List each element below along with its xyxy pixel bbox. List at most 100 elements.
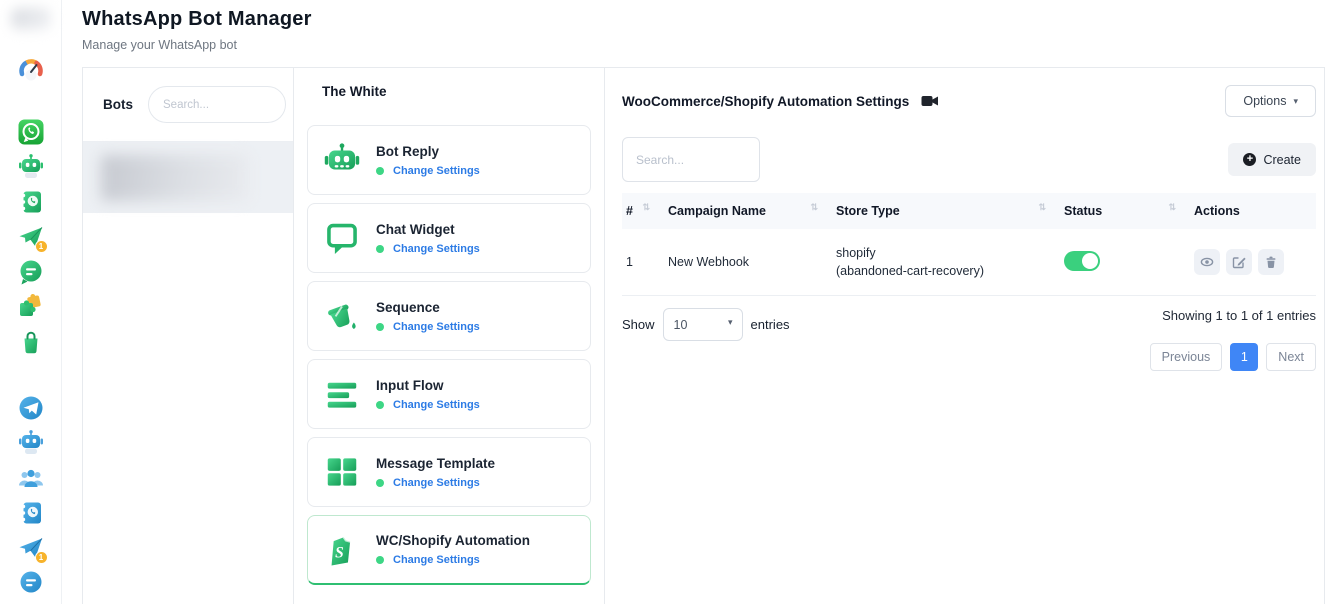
status-dot [376, 323, 384, 331]
module-title: Message Template [376, 456, 495, 471]
table-search-input[interactable] [622, 137, 760, 182]
grid-icon [323, 453, 361, 491]
chat-bubble-icon [323, 219, 361, 257]
pagination: Previous 1 Next [1150, 343, 1316, 371]
entries-label: entries [751, 317, 790, 332]
sort-icon: ⇅ [642, 202, 650, 213]
sort-icon: ⇅ [1038, 202, 1046, 213]
bot-name-redacted [101, 155, 249, 201]
plus-icon: + [1243, 153, 1256, 166]
module-card-chat-widget[interactable]: Chat Widget Change Settings [307, 203, 591, 273]
shop-icon[interactable] [17, 328, 45, 356]
notification-badge: 1 [35, 551, 48, 564]
sort-icon: ⇅ [1168, 202, 1176, 213]
actions-cell [1192, 229, 1316, 296]
bots-search-input[interactable] [148, 86, 286, 123]
status-dot [376, 167, 384, 175]
modules-column: The White Bot Re [293, 68, 604, 604]
module-card-sequence[interactable]: Sequence Change Settings [307, 281, 591, 351]
telegram-groups-icon[interactable] [17, 464, 45, 492]
status-dot [376, 401, 384, 409]
trash-icon [1264, 255, 1278, 269]
campaign-name-cell: New Webhook [666, 229, 834, 296]
page-1-button[interactable]: 1 [1230, 343, 1258, 371]
telegram-broadcast-icon[interactable]: 1 [17, 534, 45, 562]
notification-badge: 1 [35, 240, 48, 253]
bars-icon [323, 375, 361, 413]
entries-summary: Showing 1 to 1 of 1 entries [1162, 308, 1316, 323]
whatsapp-chat-icon[interactable] [17, 258, 45, 286]
page-header: WhatsApp Bot Manager Manage your WhatsAp… [62, 0, 1325, 52]
module-card-message-template[interactable]: Message Template Change Settings [307, 437, 591, 507]
telegram-icon[interactable] [17, 394, 45, 422]
module-title: WC/Shopify Automation [376, 533, 530, 548]
page-title: WhatsApp Bot Manager [82, 8, 1325, 31]
icon-rail: 1 [0, 0, 62, 604]
column-header-index[interactable]: # ⇅ [622, 193, 666, 229]
create-button[interactable]: + Create [1228, 143, 1316, 176]
app-logo-blurred [11, 8, 51, 30]
status-dot [376, 479, 384, 487]
manager-panel: Bots The White [82, 67, 1325, 604]
row-index: 1 [622, 229, 666, 296]
telegram-bot-icon[interactable] [17, 429, 45, 457]
module-title: Sequence [376, 300, 480, 315]
telegram-chat-icon[interactable] [17, 569, 45, 597]
column-header-actions: Actions [1192, 193, 1316, 229]
bots-header: Bots [83, 68, 293, 142]
delete-button[interactable] [1258, 249, 1284, 275]
show-label: Show [622, 317, 655, 332]
status-toggle[interactable] [1064, 251, 1100, 271]
view-button[interactable] [1194, 249, 1220, 275]
change-settings-link[interactable]: Change Settings [393, 321, 480, 333]
video-tutorial-icon[interactable] [921, 93, 938, 109]
integrations-icon[interactable] [17, 293, 45, 321]
edit-icon [1232, 255, 1246, 269]
options-button[interactable]: Options ▾ [1225, 85, 1316, 117]
module-title: Input Flow [376, 378, 480, 393]
whatsapp-icon[interactable] [17, 118, 45, 146]
table-row: 1 New Webhook shopify (abandoned-cart-re… [622, 229, 1316, 296]
store-type-cell: shopify (abandoned-cart-recovery) [834, 229, 1062, 296]
edit-button[interactable] [1226, 249, 1252, 275]
whatsapp-bot-icon[interactable] [17, 153, 45, 181]
status-cell [1062, 229, 1192, 296]
whatsapp-broadcast-icon[interactable]: 1 [17, 223, 45, 251]
column-header-campaign-name[interactable]: Campaign Name ⇅ [666, 193, 834, 229]
eye-icon [1200, 255, 1214, 269]
status-dot [376, 245, 384, 253]
change-settings-link[interactable]: Change Settings [393, 399, 480, 411]
module-card-wc-shopify-automation[interactable]: S WC/Shopify Automation Change Settings [307, 515, 591, 585]
bots-label: Bots [103, 97, 133, 112]
column-header-store-type[interactable]: Store Type ⇅ [834, 193, 1062, 229]
status-dot [376, 556, 384, 564]
chevron-down-icon: ▾ [1293, 96, 1298, 107]
change-settings-link[interactable]: Change Settings [393, 243, 480, 255]
automation-column: WooCommerce/Shopify Automation Settings … [604, 68, 1324, 604]
change-settings-link[interactable]: Change Settings [393, 165, 480, 177]
module-title: Bot Reply [376, 144, 480, 159]
automation-title: WooCommerce/Shopify Automation Settings [622, 94, 909, 109]
robot-icon [323, 141, 361, 179]
column-header-status[interactable]: Status ⇅ [1062, 193, 1192, 229]
page-subtitle: Manage your WhatsApp bot [82, 38, 1325, 52]
sort-icon: ⇅ [810, 202, 818, 213]
previous-page-button[interactable]: Previous [1150, 343, 1223, 371]
whatsapp-contacts-icon[interactable] [17, 188, 45, 216]
module-card-input-flow[interactable]: Input Flow Change Settings [307, 359, 591, 429]
svg-text:S: S [335, 544, 344, 561]
paint-bucket-icon [323, 297, 361, 335]
change-settings-link[interactable]: Change Settings [393, 477, 480, 489]
dashboard-speedometer-icon[interactable] [17, 56, 45, 84]
page-size-select[interactable]: 10 [663, 308, 743, 341]
telegram-contacts-icon[interactable] [17, 499, 45, 527]
change-settings-link[interactable]: Change Settings [393, 554, 480, 566]
selected-bot-name: The White [322, 84, 591, 99]
next-page-button[interactable]: Next [1266, 343, 1316, 371]
module-card-bot-reply[interactable]: Bot Reply Change Settings [307, 125, 591, 195]
shopify-bag-icon: S [323, 531, 361, 569]
campaigns-table: # ⇅ Campaign Name ⇅ Store Type ⇅ Status … [622, 193, 1316, 296]
module-title: Chat Widget [376, 222, 480, 237]
bot-list-item-selected[interactable] [83, 142, 293, 213]
bots-column: Bots [83, 68, 293, 604]
